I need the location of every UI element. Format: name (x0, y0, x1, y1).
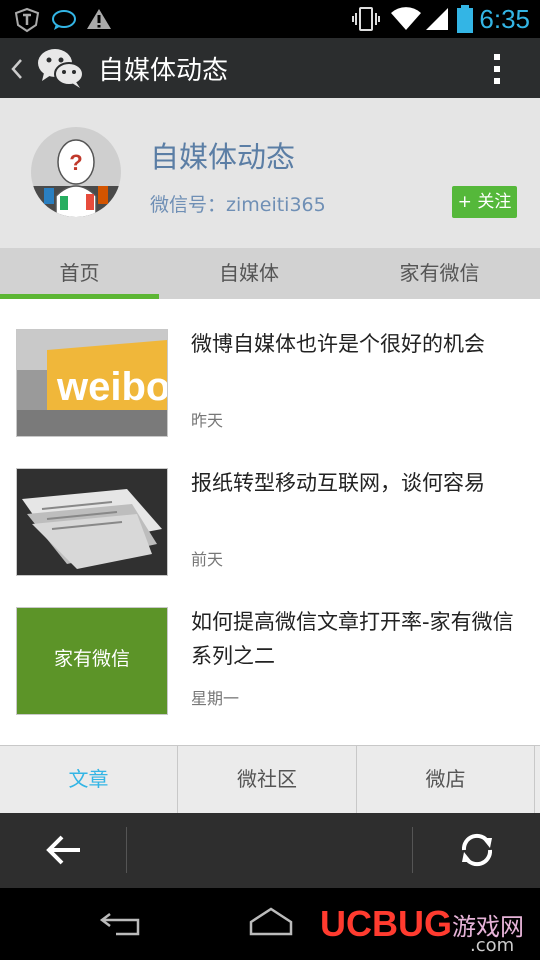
article-date: 前天 (191, 550, 224, 569)
shield-icon (14, 7, 40, 33)
browser-toolbar (0, 813, 540, 888)
list-item[interactable]: 家有微信 如何提高微信文章打开率-家有微信系列之二 星期一 (0, 585, 540, 725)
chat-bubble-icon (52, 10, 76, 30)
weibo-photo: weibo (17, 330, 167, 436)
watermark-suffix: .com (470, 935, 515, 956)
signal-icon (426, 8, 448, 30)
battery-icon (457, 5, 473, 33)
article-date: 昨天 (191, 411, 224, 430)
warning-icon (87, 9, 111, 29)
list-item[interactable]: 报纸转型移动互联网，谈何容易 前天 (0, 446, 540, 586)
back-chevron-icon[interactable] (10, 58, 24, 80)
menu-community[interactable]: 微社区 (178, 746, 357, 814)
menu-shop[interactable]: 微店 (357, 746, 535, 814)
avatar[interactable]: ? (30, 126, 122, 218)
divider (126, 827, 127, 873)
list-item[interactable]: weibo 微博自媒体也许是个很好的机会 昨天 (0, 307, 540, 447)
divider (412, 827, 413, 873)
wechat-id: 微信号：zimeiti365 (150, 194, 326, 216)
article-thumbnail: weibo (16, 329, 168, 437)
watermark: UCBUG 游戏网 .com (320, 903, 524, 956)
article-title: 报纸转型移动互联网，谈何容易 (191, 471, 485, 495)
refresh-icon[interactable] (456, 830, 498, 870)
home-icon[interactable] (248, 906, 294, 938)
back-icon[interactable] (98, 908, 144, 938)
svg-text:?: ? (69, 150, 82, 175)
article-list: weibo 微博自媒体也许是个很好的机会 昨天 报纸转型移动互联网，谈何容易 前… (0, 299, 540, 745)
article-title: 微博自媒体也许是个很好的机会 (191, 332, 485, 356)
list-item[interactable] (0, 724, 540, 745)
vibrate-icon (352, 7, 380, 31)
article-thumbnail (16, 468, 168, 576)
wifi-icon (391, 7, 421, 31)
tab-bar: 首页 自媒体 家有微信 (0, 248, 540, 299)
tab-self-media[interactable]: 自媒体 (159, 248, 339, 299)
bottom-menu: 文章 微社区 微店 (0, 745, 540, 814)
wechat-logo-icon (38, 49, 84, 88)
menu-articles[interactable]: 文章 (0, 746, 178, 814)
tab-family-wechat[interactable]: 家有微信 (339, 248, 540, 299)
article-title: 如何提高微信文章打开率-家有微信系列之二 (191, 610, 514, 668)
account-name: 自媒体动态 (150, 140, 296, 174)
follow-button[interactable]: + 关注 (452, 186, 517, 218)
clock: 6:35 (479, 4, 530, 34)
tab-home[interactable]: 首页 (0, 248, 159, 299)
overflow-menu-icon[interactable] (490, 52, 504, 86)
thumb-text: weibo (56, 365, 167, 409)
status-bar: 6:35 (0, 0, 540, 38)
newspaper-photo (17, 469, 167, 575)
profile-header: ? 自媒体动态 微信号：zimeiti365 + 关注 (0, 98, 540, 248)
back-arrow-icon[interactable] (44, 833, 84, 867)
article-date: 星期一 (191, 689, 240, 708)
title-bar: 自媒体动态 (0, 38, 540, 98)
watermark-brand: UCBUG (320, 903, 452, 944)
page-title: 自媒体动态 (98, 56, 229, 86)
thumb-text: 家有微信 (53, 648, 130, 670)
article-thumbnail: 家有微信 (16, 607, 168, 715)
